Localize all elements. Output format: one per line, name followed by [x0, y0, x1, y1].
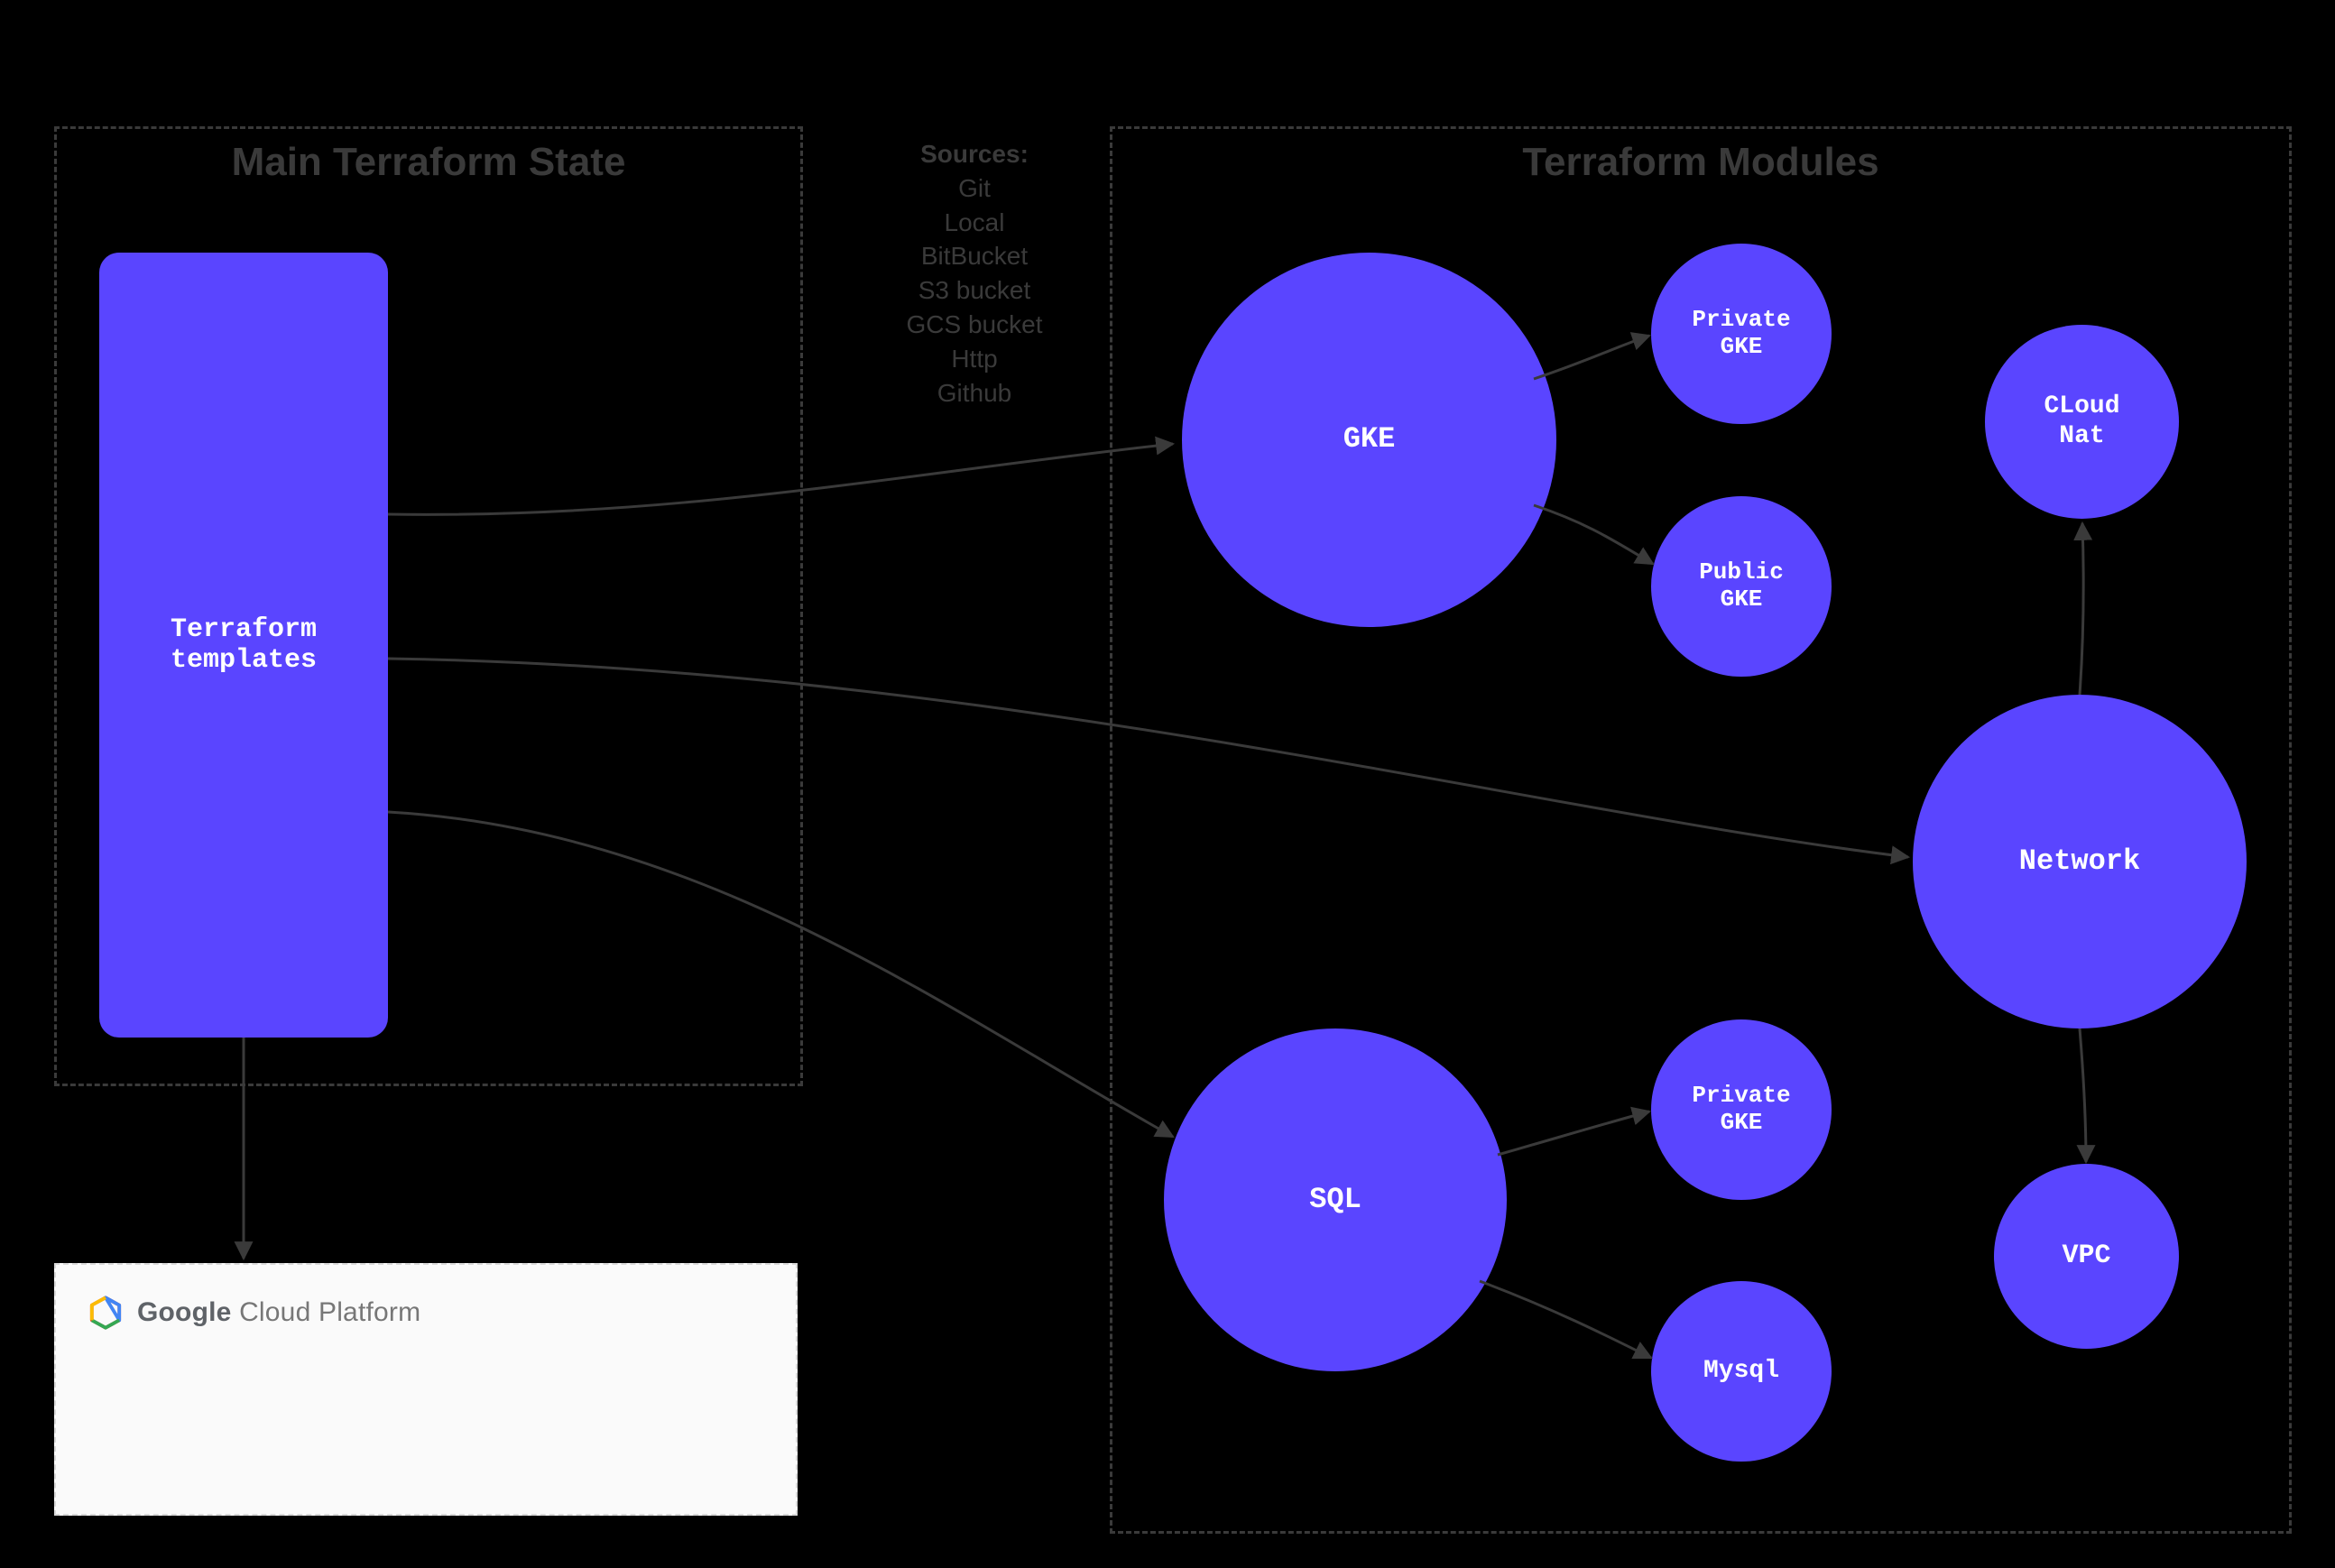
gcp-text-bold: Google: [137, 1297, 232, 1327]
node-vpc: VPC: [1994, 1164, 2179, 1349]
node-terraform-templates-label: Terraform templates: [171, 614, 317, 677]
node-public-gke: Public GKE: [1651, 496, 1832, 677]
gcp-logo: Google Cloud Platform: [88, 1296, 420, 1330]
node-network-label: Network: [2019, 845, 2140, 879]
sources-block: Sources: Git Local BitBucket S3 bucket G…: [857, 137, 1092, 410]
node-private-gke-2-label: Private GKE: [1692, 1083, 1790, 1137]
node-private-gke-1-label: Private GKE: [1692, 307, 1790, 361]
gcp-card: Google Cloud Platform: [54, 1263, 798, 1516]
sources-item: BitBucket: [857, 239, 1092, 273]
node-terraform-templates: Terraform templates: [99, 253, 388, 1038]
sources-header: Sources:: [857, 137, 1092, 171]
panel-modules-title: Terraform Modules: [1522, 140, 1878, 185]
panel-state-title: Main Terraform State: [232, 140, 626, 185]
node-gke: GKE: [1182, 253, 1556, 627]
node-sql-label: SQL: [1309, 1184, 1361, 1217]
node-private-gke-2: Private GKE: [1651, 1019, 1832, 1200]
sources-item: S3 bucket: [857, 273, 1092, 308]
sources-item: GCS bucket: [857, 308, 1092, 342]
sources-item: Github: [857, 376, 1092, 410]
node-cloud-nat-label: CLoud Nat: [2044, 392, 2119, 450]
node-vpc-label: VPC: [2062, 1241, 2110, 1272]
gcp-text-rest: Cloud Platform: [232, 1297, 421, 1327]
sources-item: Http: [857, 342, 1092, 376]
node-public-gke-label: Public GKE: [1699, 559, 1784, 613]
node-mysql: Mysql: [1651, 1281, 1832, 1462]
node-mysql-label: Mysql: [1703, 1357, 1779, 1386]
sources-item: Git: [857, 171, 1092, 206]
node-network: Network: [1913, 695, 2247, 1028]
node-sql: SQL: [1164, 1028, 1507, 1371]
gcp-hexagon-icon: [88, 1296, 123, 1330]
diagram-stage: Main Terraform State Terraform templates…: [0, 0, 2335, 1568]
node-gke-label: GKE: [1343, 423, 1396, 457]
node-cloud-nat: CLoud Nat: [1985, 325, 2179, 519]
node-private-gke-1: Private GKE: [1651, 244, 1832, 424]
sources-item: Local: [857, 206, 1092, 240]
gcp-text: Google Cloud Platform: [137, 1297, 420, 1328]
